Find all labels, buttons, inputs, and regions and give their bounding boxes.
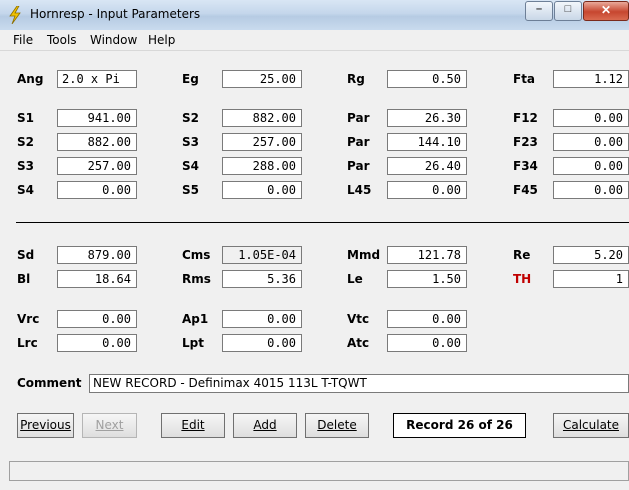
field-re[interactable]: 5.20 [553,246,629,264]
field-sd[interactable]: 879.00 [57,246,137,264]
field-lrc[interactable]: 0.00 [57,334,137,352]
field-atc[interactable]: 0.00 [387,334,467,352]
field-bl[interactable]: 18.64 [57,270,137,288]
field-lpt[interactable]: 0.00 [222,334,302,352]
maximize-button[interactable]: □ [554,1,582,21]
field-f12[interactable]: 0.00 [553,109,629,127]
next-button[interactable]: Next [82,413,137,438]
field-s4-row3[interactable]: 288.00 [222,157,302,175]
minimize-button[interactable]: – [525,1,553,21]
label-ap1: Ap1 [182,312,209,326]
label-par-row3: Par [347,159,370,173]
label-fta: Fta [513,72,536,86]
field-f23[interactable]: 0.00 [553,133,629,151]
previous-button[interactable]: Previous [17,413,74,438]
field-eg[interactable]: 25.00 [222,70,302,88]
field-f34[interactable]: 0.00 [553,157,629,175]
label-rms: Rms [182,272,211,286]
field-cms[interactable]: 1.05E-04 [222,246,302,264]
field-vtc[interactable]: 0.00 [387,310,467,328]
field-s4-row4[interactable]: 0.00 [57,181,137,199]
label-s1: S1 [17,111,34,125]
label-f34: F34 [513,159,538,173]
menu-file[interactable]: File [13,33,33,47]
field-ang[interactable]: 2.0 x Pi [57,70,137,88]
label-le: Le [347,272,363,286]
label-mmd: Mmd [347,248,381,262]
label-vrc: Vrc [17,312,40,326]
menu-window[interactable]: Window [90,33,137,47]
field-par-row1[interactable]: 26.30 [387,109,467,127]
label-bl: Bl [17,272,31,286]
delete-button[interactable]: Delete [305,413,369,438]
menu-bar: File Tools Window Help [0,30,629,51]
field-s3-row3[interactable]: 257.00 [57,157,137,175]
label-l45: L45 [347,183,372,197]
label-par-row2: Par [347,135,370,149]
field-l45[interactable]: 0.00 [387,181,467,199]
close-button[interactable]: ✕ [583,1,629,21]
field-s1[interactable]: 941.00 [57,109,137,127]
label-lpt: Lpt [182,336,204,350]
field-rg[interactable]: 0.50 [387,70,467,88]
label-th: TH [513,272,532,286]
label-s4-row4: S4 [17,183,34,197]
label-ang: Ang [17,72,44,86]
label-par-row1: Par [347,111,370,125]
minimize-icon: – [535,3,543,15]
label-comment: Comment [17,376,82,390]
window-controls: – □ ✕ [524,1,629,21]
record-indicator: Record 26 of 26 [393,413,526,438]
label-re: Re [513,248,531,262]
window-title: Hornresp - Input Parameters [30,7,201,21]
field-vrc[interactable]: 0.00 [57,310,137,328]
field-th[interactable]: 1 [553,270,629,288]
field-s5[interactable]: 0.00 [222,181,302,199]
field-s2-row2[interactable]: 882.00 [57,133,137,151]
label-sd: Sd [17,248,35,262]
menu-help[interactable]: Help [148,33,175,47]
maximize-icon: □ [564,3,572,15]
comment-field[interactable]: NEW RECORD - Definimax 4015 113L T-TQWT [89,374,629,393]
field-ap1[interactable]: 0.00 [222,310,302,328]
field-rms[interactable]: 5.36 [222,270,302,288]
label-lrc: Lrc [17,336,38,350]
field-le[interactable]: 1.50 [387,270,467,288]
field-par-row3[interactable]: 26.40 [387,157,467,175]
section-divider [16,222,629,223]
label-eg: Eg [182,72,199,86]
label-f45: F45 [513,183,538,197]
label-s2-row1: S2 [182,111,199,125]
close-icon: ✕ [600,3,612,17]
menu-tools[interactable]: Tools [47,33,77,47]
label-s3-row3: S3 [17,159,34,173]
label-f12: F12 [513,111,538,125]
field-s2-row1[interactable]: 882.00 [222,109,302,127]
label-s3-row2: S3 [182,135,199,149]
label-f23: F23 [513,135,538,149]
title-bar: Hornresp - Input Parameters – □ ✕ [0,0,629,31]
field-par-row2[interactable]: 144.10 [387,133,467,151]
label-vtc: Vtc [347,312,370,326]
label-s2-row2: S2 [17,135,34,149]
status-bar [9,461,629,481]
calculate-button[interactable]: Calculate [553,413,629,438]
field-f45[interactable]: 0.00 [553,181,629,199]
field-fta[interactable]: 1.12 [553,70,629,88]
label-s5: S5 [182,183,199,197]
edit-button[interactable]: Edit [161,413,225,438]
label-cms: Cms [182,248,211,262]
field-mmd[interactable]: 121.78 [387,246,467,264]
label-s4-row3: S4 [182,159,199,173]
label-rg: Rg [347,72,365,86]
label-atc: Atc [347,336,370,350]
add-button[interactable]: Add [233,413,297,438]
field-s3-row2[interactable]: 257.00 [222,133,302,151]
lightning-icon [9,6,21,24]
